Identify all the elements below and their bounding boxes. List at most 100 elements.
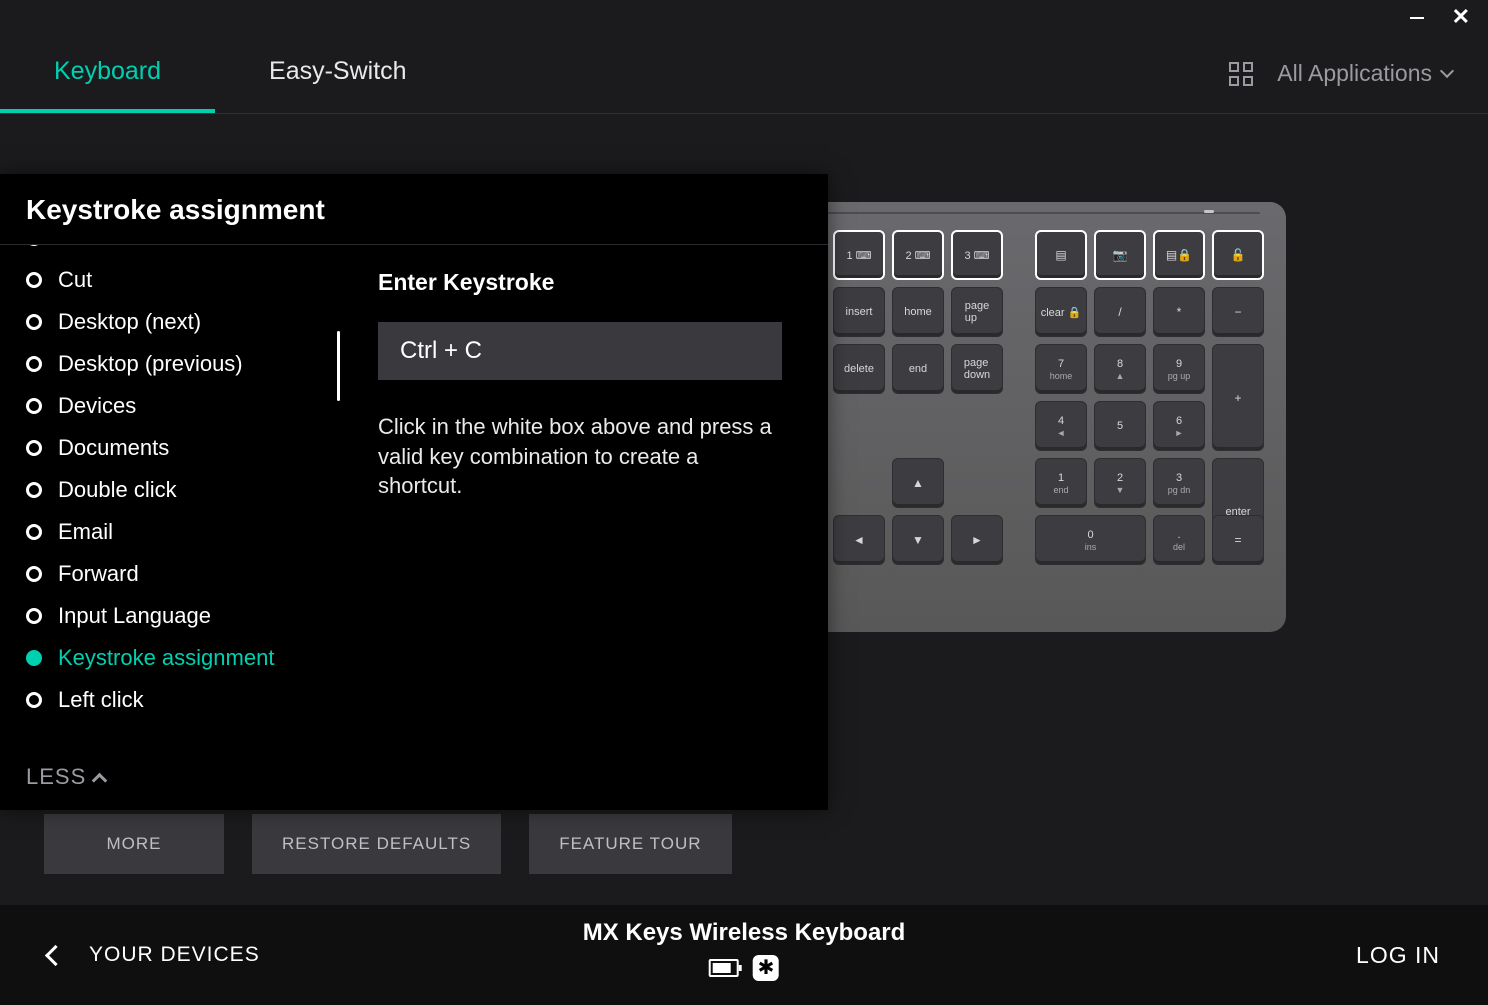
key-lock[interactable]: 🔓 [1212, 230, 1264, 280]
main: 🔇F11 🔈F12 🔊 1 ⌨ 2 ⌨ 3 ⌨ ▤ 📷 ▤🔒 🔓 += back… [0, 114, 1488, 905]
option-label: Devices [58, 393, 136, 419]
option-left-click[interactable]: Left click [26, 679, 330, 721]
key-end[interactable]: end [892, 344, 944, 394]
option-label: Cortana [58, 245, 136, 251]
chevron-down-icon [1440, 63, 1454, 77]
option-cortana[interactable]: Cortana [26, 245, 330, 259]
option-documents[interactable]: Documents [26, 427, 330, 469]
key-num1[interactable]: 1end [1035, 458, 1087, 508]
keystroke-assignment-panel: Keystroke assignment Cortana Cut Desktop (… [0, 174, 828, 810]
key-num8[interactable]: 8▲ [1094, 344, 1146, 394]
option-desktop-previous-[interactable]: Desktop (previous) [26, 343, 330, 385]
option-keystroke-assignment[interactable]: Keystroke assignment [26, 637, 330, 679]
key-numeq[interactable]: = [1212, 515, 1264, 565]
key-snip[interactable]: 📷 [1094, 230, 1146, 280]
radio-icon [26, 650, 42, 666]
option-label: Keystroke assignment [58, 645, 274, 671]
receiver-icon [753, 955, 779, 981]
key-num6[interactable]: 6► [1153, 401, 1205, 451]
key-arrow-down[interactable]: ▼ [892, 515, 944, 565]
option-label: Email [58, 519, 113, 545]
radio-icon [26, 482, 42, 498]
key-insert[interactable]: insert [833, 287, 885, 337]
option-devices[interactable]: Devices [26, 385, 330, 427]
key-calc[interactable]: ▤ [1035, 230, 1087, 280]
device-info: MX Keys Wireless Keyboard [583, 919, 906, 981]
detail-help-text: Click in the white box above and press a… [378, 412, 778, 501]
key-numlock[interactable]: clear 🔒 [1035, 287, 1087, 337]
your-devices-label: YOUR DEVICES [89, 943, 260, 967]
more-button[interactable]: MORE [44, 814, 224, 874]
key-delete[interactable]: delete [833, 344, 885, 394]
battery-icon [709, 959, 739, 977]
key-numdot[interactable]: .del [1153, 515, 1205, 565]
option-label: Documents [58, 435, 169, 461]
key-num4[interactable]: 4◄ [1035, 401, 1087, 451]
key-easy1[interactable]: 1 ⌨ [833, 230, 885, 280]
option-input-language[interactable]: Input Language [26, 595, 330, 637]
keystroke-input[interactable]: Ctrl + C [378, 322, 782, 380]
option-label: Desktop (previous) [58, 351, 243, 377]
radio-icon [26, 440, 42, 456]
key-num3[interactable]: 3pg dn [1153, 458, 1205, 508]
key-num5[interactable]: 5 [1094, 401, 1146, 451]
key-num2[interactable]: 2▼ [1094, 458, 1146, 508]
radio-icon [26, 245, 42, 246]
device-name: MX Keys Wireless Keyboard [583, 919, 906, 947]
option-double-click[interactable]: Double click [26, 469, 330, 511]
option-label: Cut [58, 267, 92, 293]
radio-icon [26, 398, 42, 414]
close-button[interactable]: ✕ [1452, 6, 1470, 28]
radio-icon [26, 608, 42, 624]
radio-icon [26, 356, 42, 372]
tab-easy-switch[interactable]: Easy-Switch [215, 34, 461, 113]
key-arrow-right[interactable]: ► [951, 515, 1003, 565]
radio-icon [26, 524, 42, 540]
action-option-list[interactable]: Cortana Cut Desktop (next) Desktop (previou… [0, 245, 340, 754]
key-arrow-up[interactable]: ▲ [892, 458, 944, 508]
key-nummul[interactable]: * [1153, 287, 1205, 337]
radio-icon [26, 314, 42, 330]
restore-defaults-button[interactable]: RESTORE DEFAULTS [252, 814, 501, 874]
apps-grid-icon[interactable] [1229, 62, 1253, 86]
key-arrow-left[interactable]: ◄ [833, 515, 885, 565]
option-cut[interactable]: Cut [26, 259, 330, 301]
panel-title: Keystroke assignment [0, 174, 828, 245]
key-numsub[interactable]: − [1212, 287, 1264, 337]
option-label: Input Language [58, 603, 211, 629]
keyboard-led-icon [1204, 210, 1214, 213]
key-num7[interactable]: 7home [1035, 344, 1087, 394]
feature-tour-button[interactable]: FEATURE TOUR [529, 814, 731, 874]
login-button[interactable]: LOG IN [1356, 942, 1440, 969]
action-buttons: MORE RESTORE DEFAULTS FEATURE TOUR [44, 814, 732, 874]
detail-title: Enter Keystroke [378, 269, 784, 296]
header: Keyboard Easy-Switch All Applications [0, 34, 1488, 114]
key-home[interactable]: home [892, 287, 944, 337]
key-pagedown[interactable]: pagedown [951, 344, 1003, 394]
app-select[interactable]: All Applications [1277, 60, 1452, 87]
key-numdiv[interactable]: / [1094, 287, 1146, 337]
radio-icon [26, 566, 42, 582]
key-num9[interactable]: 9pg up [1153, 344, 1205, 394]
option-label: Forward [58, 561, 139, 587]
chevron-left-icon [45, 944, 66, 965]
chevron-up-icon [92, 772, 108, 788]
less-toggle[interactable]: LESS [0, 754, 828, 810]
option-desktop-next-[interactable]: Desktop (next) [26, 301, 330, 343]
app-select-label: All Applications [1277, 60, 1432, 87]
tab-keyboard[interactable]: Keyboard [0, 34, 215, 113]
key-easy2[interactable]: 2 ⌨ [892, 230, 944, 280]
tabs: Keyboard Easy-Switch [0, 34, 461, 113]
minimize-button[interactable] [1410, 7, 1424, 27]
radio-icon [26, 692, 42, 708]
your-devices-button[interactable]: YOUR DEVICES [48, 943, 260, 967]
option-label: Left click [58, 687, 144, 713]
key-contextlock[interactable]: ▤🔒 [1153, 230, 1205, 280]
key-pageup[interactable]: pageup [951, 287, 1003, 337]
option-forward[interactable]: Forward [26, 553, 330, 595]
option-email[interactable]: Email [26, 511, 330, 553]
footer: YOUR DEVICES MX Keys Wireless Keyboard L… [0, 905, 1488, 1005]
key-easy3[interactable]: 3 ⌨ [951, 230, 1003, 280]
option-label: Double click [58, 477, 177, 503]
key-num0[interactable]: 0ins [1035, 515, 1146, 565]
